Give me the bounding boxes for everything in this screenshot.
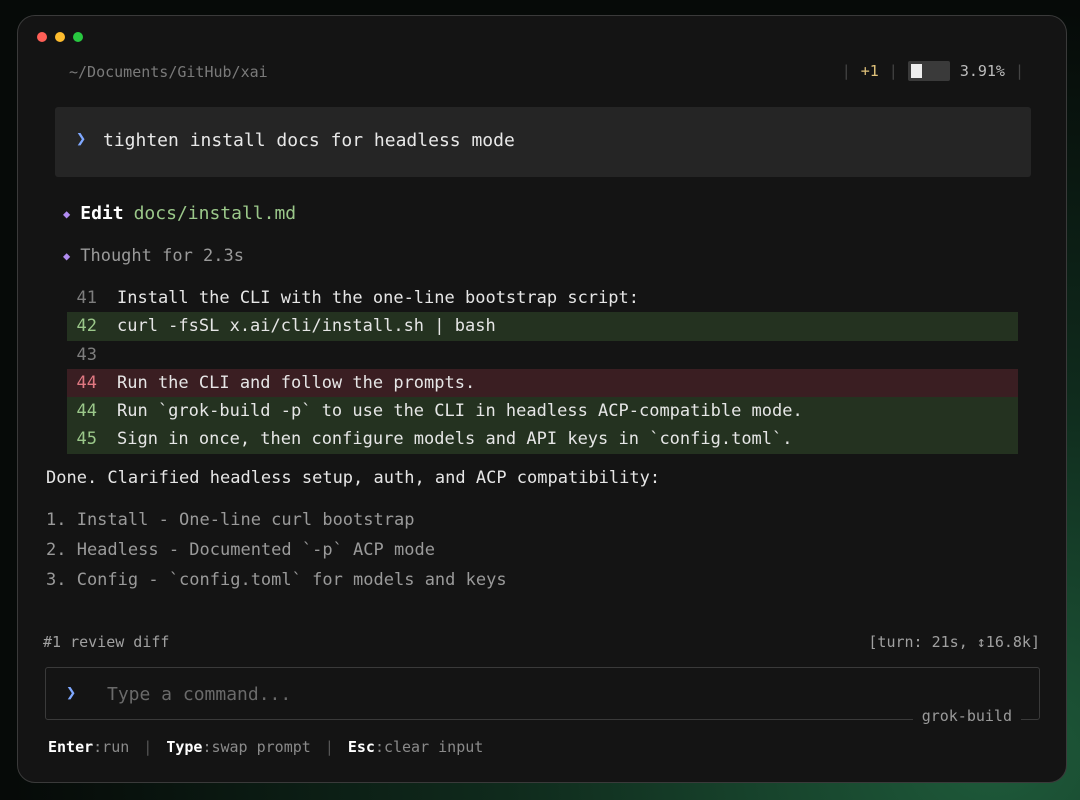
line-number: 45 xyxy=(76,429,97,450)
context-usage-fill xyxy=(910,64,922,78)
review-diff-hint[interactable]: #1 review diff xyxy=(43,633,169,651)
hint-key: Esc xyxy=(347,738,375,756)
prompt-text: tighten install docs for headless mode xyxy=(103,130,515,151)
mode-label: grok-build xyxy=(912,707,1021,725)
hint-divider: | xyxy=(143,738,153,756)
status-bar: ~/Documents/GitHub/xai | +1 | 3.91% | xyxy=(18,60,1066,84)
diamond-icon: ◆ xyxy=(63,206,71,221)
close-window-button[interactable] xyxy=(37,32,47,42)
diff-line-add: 42 curl -fsSL x.ai/cli/install.sh | bash xyxy=(67,312,1018,341)
context-usage-percent: 3.91% xyxy=(959,62,1005,80)
terminal-window: ~/Documents/GitHub/xai | +1 | 3.91% | ❯ … xyxy=(17,15,1067,783)
keyboard-hint: Enter:run xyxy=(48,738,129,756)
summary-text: Done. Clarified headless setup, auth, an… xyxy=(46,468,661,488)
divider: | xyxy=(888,62,898,80)
changes-count: +1 xyxy=(860,62,879,80)
diff-code: curl -fsSL x.ai/cli/install.sh | bash xyxy=(117,316,496,337)
edit-action: ◆ Edit docs/install.md xyxy=(63,203,296,224)
diff-line-add: 44 Run `grok-build -p` to use the CLI in … xyxy=(67,397,1018,426)
minimize-window-button[interactable] xyxy=(55,32,65,42)
line-number: 41 xyxy=(76,288,97,308)
window-controls xyxy=(37,32,83,42)
summary-list: 1. Install - One-line curl bootstrap 2. H… xyxy=(46,510,507,600)
command-input-box: ❯ grok-build xyxy=(45,667,1040,725)
list-item: 3. Config - `config.toml` for models and… xyxy=(46,570,507,590)
command-input[interactable] xyxy=(107,679,887,709)
thought-status[interactable]: ◆ Thought for 2.3s xyxy=(63,246,244,266)
edited-file-link[interactable]: docs/install.md xyxy=(134,203,297,224)
chevron-right-icon: ❯ xyxy=(76,129,87,149)
session-status: | +1 | 3.91% | xyxy=(832,61,1034,81)
diff-code: Run `grok-build -p` to use the CLI in he… xyxy=(117,401,803,422)
hint-action: :swap prompt xyxy=(202,738,311,756)
keyboard-hints: Enter:run | Type:swap prompt | Esc:clear inp… xyxy=(48,738,483,756)
edit-label: Edit xyxy=(80,203,124,224)
divider: | xyxy=(841,62,851,80)
user-prompt: ❯ tighten install docs for headless mode xyxy=(55,107,1031,177)
diff-line-context: 41 Install the CLI with the one-line boot… xyxy=(67,284,1018,312)
diamond-icon: ◆ xyxy=(63,249,71,263)
list-item: 2. Headless - Documented `-p` ACP mode xyxy=(46,540,435,560)
hint-key: Type xyxy=(166,738,203,756)
chevron-right-icon: ❯ xyxy=(66,683,77,703)
hint-divider: | xyxy=(324,738,334,756)
diff-line-context: 43 xyxy=(67,341,1018,369)
keyboard-hint: Esc:clear input xyxy=(348,738,483,756)
turn-stats: [turn: 21s, ↕16.8k] xyxy=(868,633,1040,651)
hint-key: Enter xyxy=(48,738,94,756)
hint-action: :clear input xyxy=(374,738,484,756)
diff-line-add: 45 Sign in once, then configure models an… xyxy=(67,425,1018,454)
thought-text: Thought for 2.3s xyxy=(80,246,244,266)
diff-code: Install the CLI with the one-line bootst… xyxy=(117,288,639,308)
zoom-window-button[interactable] xyxy=(73,32,83,42)
diff-view: 41 Install the CLI with the one-line boot… xyxy=(67,284,1018,454)
divider: | xyxy=(1014,62,1024,80)
hint-action: :run xyxy=(93,738,130,756)
diff-line-del: 44 Run the CLI and follow the prompts. xyxy=(67,368,1018,398)
list-item: 1. Install - One-line curl bootstrap xyxy=(46,510,415,530)
diff-code: Run the CLI and follow the prompts. xyxy=(117,372,476,393)
diff-code: Sign in once, then configure models and … xyxy=(117,429,793,450)
working-directory: ~/Documents/GitHub/xai xyxy=(69,63,268,81)
line-number: 44 xyxy=(76,401,97,422)
line-number: 44 xyxy=(76,372,97,393)
context-usage-bar xyxy=(907,61,950,81)
keyboard-hint: Type:swap prompt xyxy=(166,738,311,756)
line-number: 43 xyxy=(76,344,97,365)
line-number: 42 xyxy=(76,316,97,337)
